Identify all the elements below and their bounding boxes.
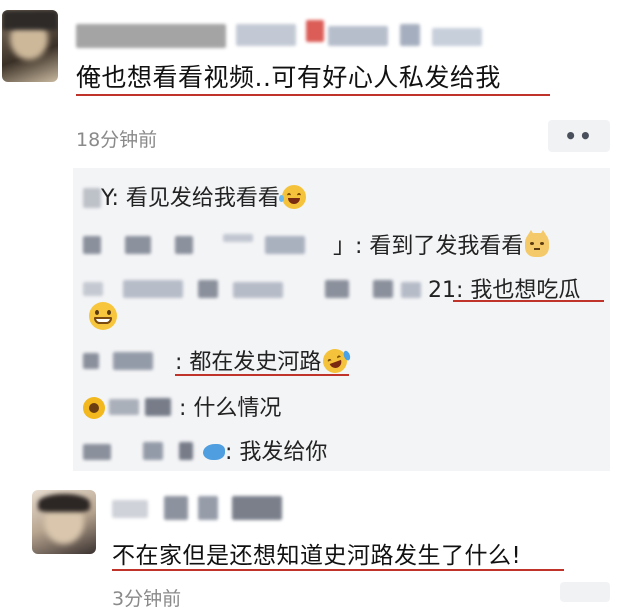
reply-text: : 我发给你 xyxy=(225,440,328,465)
reply-text: : 看见发给我看看 xyxy=(111,186,280,211)
replies-panel: Y: 看见发给我看看 」: 看到了发我看看 21: 我也想吃瓜: 都在发史河路… xyxy=(73,168,610,471)
timestamp: 18分钟前 xyxy=(76,129,158,151)
list-item[interactable]: : 什么情况 xyxy=(83,390,281,422)
list-item[interactable]: : 都在发史河路 xyxy=(83,344,352,377)
avatar[interactable] xyxy=(2,10,58,82)
list-item[interactable]: : 我发给你 xyxy=(83,434,327,466)
grinning-face-icon xyxy=(89,302,117,330)
reply-text: : 看到了发我看看 xyxy=(355,234,524,259)
highlight-underline xyxy=(453,300,604,302)
timestamp: 3分钟前 xyxy=(112,588,182,610)
list-item[interactable]: 」: 看到了发我看看 xyxy=(83,228,550,260)
reply-username: Y xyxy=(101,186,112,211)
dolphin-icon xyxy=(203,444,225,460)
laughing-tears-icon xyxy=(278,185,306,209)
laughing-crying-icon xyxy=(320,345,352,377)
highlight-underline xyxy=(175,374,349,376)
more-dots-icon: •• xyxy=(564,124,594,148)
reply-text: : 什么情况 xyxy=(179,396,282,421)
more-options-button[interactable] xyxy=(560,582,610,602)
more-options-button[interactable]: •• xyxy=(548,120,610,152)
reply-username: 21 xyxy=(428,278,456,303)
highlight-underline xyxy=(76,94,550,96)
sunflower-icon xyxy=(83,397,105,419)
reply-text: : 都在发史河路 xyxy=(175,350,322,375)
cat-face-icon xyxy=(525,230,550,257)
comment-text: 俺也想看看视频..可有好心人私发给我 xyxy=(76,63,501,92)
highlight-underline xyxy=(112,569,564,571)
comment-text: 不在家但是还想知道史河路发生了什么! xyxy=(112,543,522,569)
reply-username: 」 xyxy=(333,234,356,259)
list-item[interactable]: Y: 看见发给我看看 xyxy=(83,180,306,212)
avatar[interactable] xyxy=(32,490,96,554)
